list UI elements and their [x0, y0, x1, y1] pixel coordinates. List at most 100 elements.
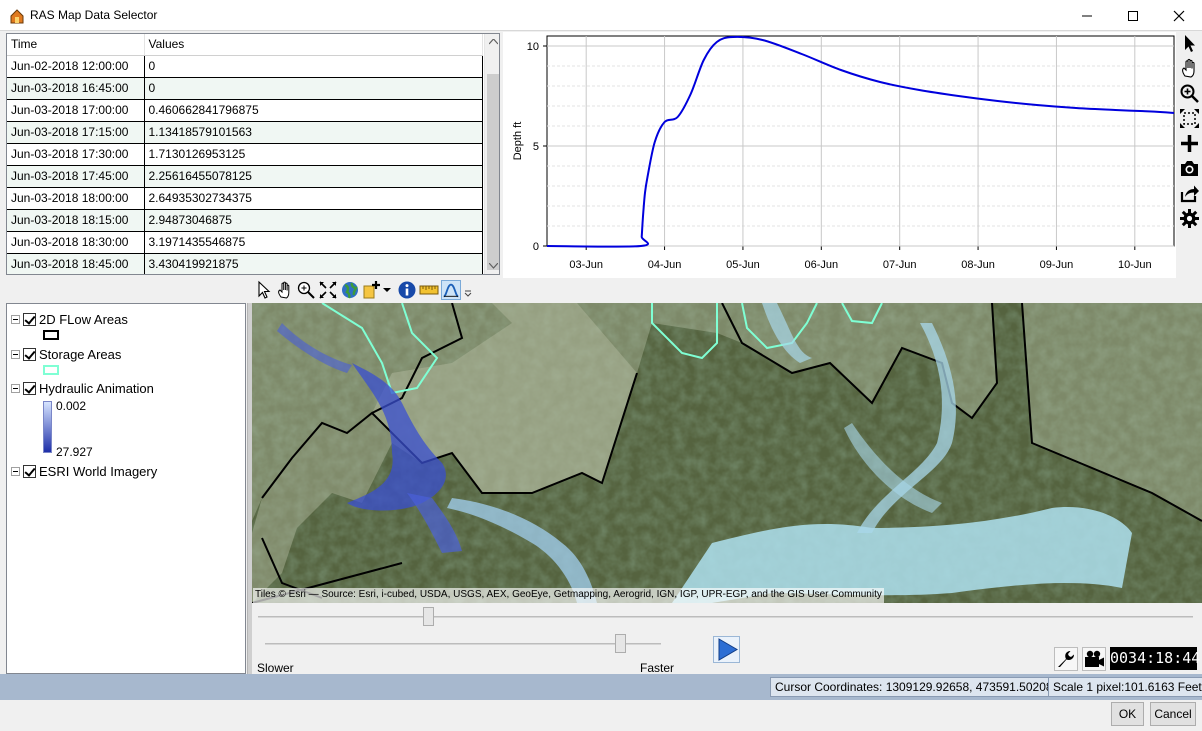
table-scroll-thumb[interactable]	[487, 74, 499, 270]
table-row[interactable]: Jun-03-2018 18:15:00 2.94873046875	[7, 209, 483, 232]
pan-hand-icon[interactable]	[275, 280, 295, 300]
full-extent-icon[interactable]	[318, 280, 338, 300]
info-icon[interactable]	[397, 280, 417, 300]
layer-checkbox-storage-areas[interactable]	[23, 347, 36, 361]
export-icon[interactable]	[1179, 183, 1200, 204]
minimize-icon	[1082, 15, 1092, 17]
window-title: RAS Map Data Selector	[30, 8, 158, 22]
profile-icon[interactable]	[441, 280, 461, 300]
column-header-values[interactable]: Values	[144, 34, 483, 56]
minimize-button[interactable]	[1064, 0, 1110, 31]
settings-gear-icon[interactable]	[1179, 208, 1200, 229]
layer-checkbox-hydraulic-animation[interactable]	[23, 381, 36, 395]
table-row[interactable]: Jun-03-2018 17:30:00 1.7130126953125	[7, 143, 483, 166]
time-cell[interactable]: Jun-03-2018 17:30:00	[7, 143, 145, 166]
slower-label: Slower	[257, 661, 294, 675]
record-video-button[interactable]	[1082, 647, 1106, 671]
layer-row-2d-flow-areas[interactable]: 2D FLow Areas	[11, 310, 128, 328]
depth-color-ramp	[43, 401, 52, 453]
table-row[interactable]: Jun-03-2018 16:45:00 0	[7, 77, 483, 100]
speed-slider-thumb[interactable]	[615, 634, 626, 653]
table-row[interactable]: Jun-03-2018 18:45:00 3.430419921875	[7, 253, 483, 274]
time-slider-thumb[interactable]	[423, 607, 434, 626]
layer-row-hydraulic-animation[interactable]: Hydraulic Animation	[11, 379, 154, 397]
dropdown-chevron-icon[interactable]	[382, 280, 392, 300]
pan-hand-icon[interactable]	[1179, 58, 1200, 79]
value-cell[interactable]: 3.430419921875	[144, 253, 483, 274]
time-cell[interactable]: Jun-03-2018 17:00:00	[7, 99, 145, 122]
measure-ruler-icon[interactable]	[419, 280, 439, 300]
y-axis-label: Depth ft	[512, 122, 524, 161]
layer-checkbox-esri-world-imagery[interactable]	[23, 464, 36, 478]
play-button[interactable]	[713, 636, 740, 663]
x-tick-label: 10-Jun	[1118, 259, 1152, 271]
zoom-in-icon[interactable]	[1179, 83, 1200, 104]
time-cell[interactable]: Jun-03-2018 18:00:00	[7, 187, 145, 210]
value-cell[interactable]: 1.7130126953125	[144, 143, 483, 166]
value-cell[interactable]: 2.94873046875	[144, 209, 483, 232]
map-view[interactable]	[252, 303, 1202, 603]
animation-settings-button[interactable]	[1054, 647, 1078, 671]
map-attribution: Tiles © Esri — Source: Esri, i-cubed, US…	[253, 588, 884, 603]
x-tick-label: 05-Jun	[726, 259, 760, 271]
time-cell[interactable]: Jun-03-2018 18:45:00	[7, 253, 145, 274]
zoom-icon[interactable]	[296, 280, 316, 300]
x-tick-label: 08-Jun	[961, 259, 995, 271]
time-cell[interactable]: Jun-03-2018 16:45:00	[7, 77, 145, 100]
value-cell[interactable]: 3.1971435546875	[144, 231, 483, 254]
maximize-button[interactable]	[1110, 0, 1156, 31]
layer-checkbox-2d-flow-areas[interactable]	[23, 312, 36, 326]
layer-row-storage-areas[interactable]: Storage Areas	[11, 345, 121, 363]
add-icon[interactable]	[1179, 133, 1200, 154]
scroll-up-arrow-icon[interactable]	[489, 39, 498, 45]
scroll-down-arrow-icon[interactable]	[489, 263, 498, 269]
time-cell[interactable]: Jun-03-2018 17:15:00	[7, 121, 145, 144]
table-row[interactable]: Jun-03-2018 18:00:00 2.64935302734375	[7, 187, 483, 210]
time-cell[interactable]: Jun-03-2018 18:30:00	[7, 231, 145, 254]
table-row[interactable]: Jun-02-2018 12:00:00 0	[7, 55, 483, 78]
time-cell[interactable]: Jun-03-2018 18:15:00	[7, 209, 145, 232]
map-scale: Scale 1 pixel:101.6163 Feet	[1048, 677, 1202, 697]
depth-chart-svg[interactable]: 03-Jun 04-Jun 05-Jun 06-Jun 07-Jun 08-Jun 09-J…	[503, 32, 1176, 278]
y-tick-label: 5	[533, 141, 539, 153]
collapse-toggle[interactable]	[11, 466, 20, 476]
time-cell[interactable]: Jun-03-2018 17:45:00	[7, 165, 145, 188]
close-button[interactable]	[1156, 0, 1202, 31]
ok-button[interactable]: OK	[1111, 702, 1144, 726]
collapse-toggle[interactable]	[11, 383, 20, 393]
camera-icon[interactable]	[1179, 158, 1200, 179]
globe-icon[interactable]	[340, 280, 360, 300]
toolbar-overflow-icon[interactable]	[464, 280, 472, 300]
column-header-time[interactable]: Time	[7, 34, 145, 56]
speed-slider-track[interactable]	[265, 643, 661, 645]
cursor-coordinates: Cursor Coordinates: 1309129.92658, 47359…	[770, 677, 1058, 697]
values-table: Time Values Jun-02-2018 12:00:00 0 Jun-03-…	[7, 34, 483, 274]
depth-chart[interactable]: 03-Jun 04-Jun 05-Jun 06-Jun 07-Jun 08-Jun 09-J…	[503, 32, 1176, 278]
value-cell[interactable]: 1.13418579101563	[144, 121, 483, 144]
value-cell[interactable]: 0	[144, 55, 483, 78]
zoom-extent-icon[interactable]	[1179, 108, 1200, 129]
table-vertical-scrollbar[interactable]	[484, 34, 499, 274]
collapse-toggle[interactable]	[11, 314, 20, 324]
legend-max-value: 27.927	[56, 445, 93, 459]
value-cell[interactable]: 0.460662841796875	[144, 99, 483, 122]
x-tick-label: 04-Jun	[648, 259, 682, 271]
close-icon	[1173, 10, 1185, 22]
status-bar: Cursor Coordinates: 1309129.92658, 47359…	[0, 674, 1202, 700]
table-row[interactable]: Jun-03-2018 17:00:00 0.460662841796875	[7, 99, 483, 122]
cancel-button[interactable]: Cancel	[1150, 702, 1196, 726]
map-canvas[interactable]	[252, 303, 1202, 603]
time-slider-track[interactable]	[258, 616, 1193, 618]
table-row[interactable]: Jun-03-2018 17:45:00 2.25616455078125	[7, 165, 483, 188]
value-cell[interactable]: 2.25616455078125	[144, 165, 483, 188]
add-layer-icon[interactable]	[362, 280, 382, 300]
value-cell[interactable]: 0	[144, 77, 483, 100]
table-row[interactable]: Jun-03-2018 18:30:00 3.1971435546875	[7, 231, 483, 254]
pointer-icon[interactable]	[1179, 33, 1200, 54]
value-cell[interactable]: 2.64935302734375	[144, 187, 483, 210]
time-cell[interactable]: Jun-02-2018 12:00:00	[7, 55, 145, 78]
layer-row-esri-world-imagery[interactable]: ESRI World Imagery	[11, 462, 157, 480]
table-row[interactable]: Jun-03-2018 17:15:00 1.13418579101563	[7, 121, 483, 144]
select-arrow-icon[interactable]	[254, 280, 274, 300]
collapse-toggle[interactable]	[11, 349, 20, 359]
